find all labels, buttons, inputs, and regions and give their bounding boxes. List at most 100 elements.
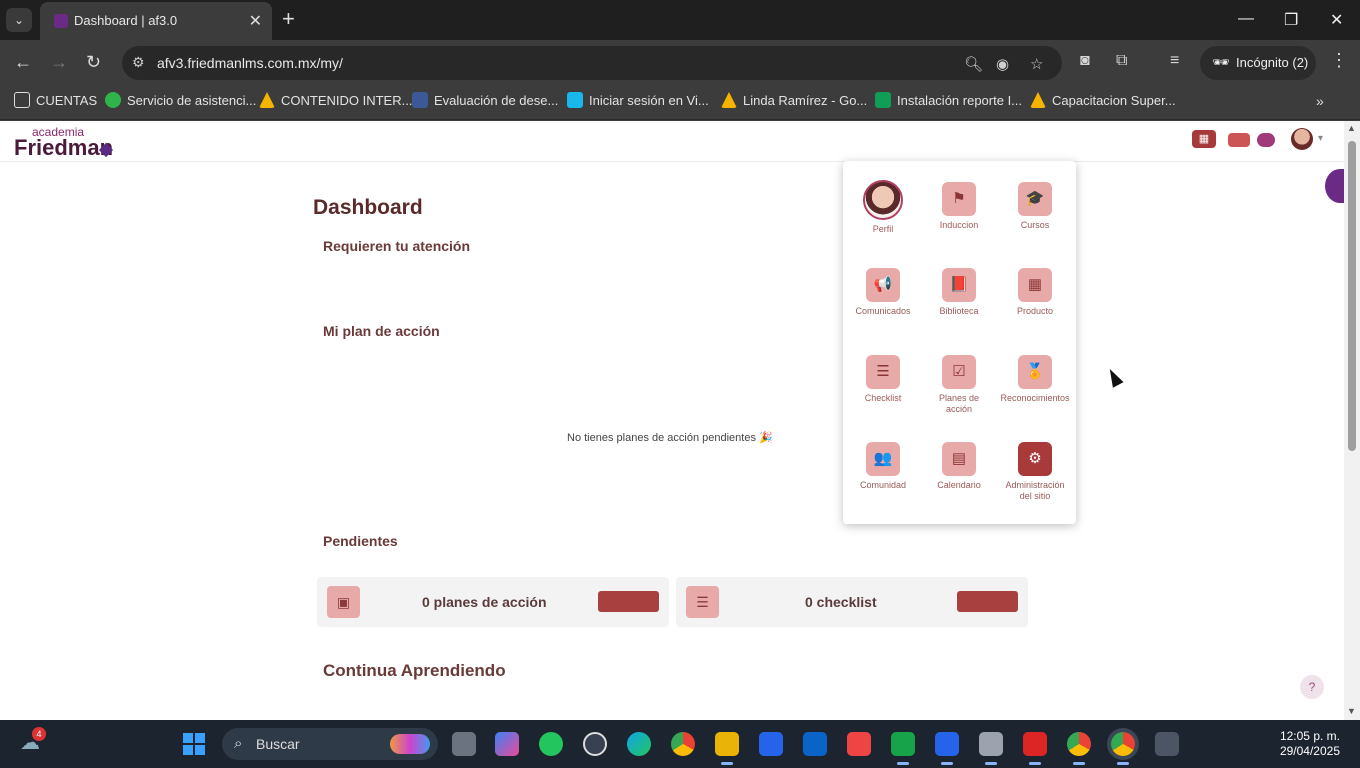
app-comunicados[interactable]: 📢 Comunicados bbox=[845, 268, 921, 317]
app-biblioteca[interactable]: 📕 Biblioteca bbox=[921, 268, 997, 317]
word-icon[interactable] bbox=[935, 732, 959, 765]
drive-icon bbox=[1030, 92, 1046, 108]
app-label: Comunidad bbox=[859, 480, 907, 490]
chrome-incognito-icon[interactable] bbox=[1111, 732, 1135, 765]
snipping-tool-icon[interactable] bbox=[979, 732, 1003, 765]
app-induccion[interactable]: ⚑ Induccion bbox=[921, 182, 997, 231]
more-bookmarks-icon[interactable]: » bbox=[1316, 93, 1324, 109]
chrome-profile-icon[interactable] bbox=[1067, 732, 1091, 765]
close-window-button[interactable]: ✕ bbox=[1330, 10, 1343, 30]
tab-close-button[interactable]: ✕ bbox=[249, 11, 262, 31]
file-explorer-icon[interactable] bbox=[715, 732, 739, 765]
acrobat-icon[interactable] bbox=[1023, 732, 1047, 765]
scroll-down-icon[interactable]: ▼ bbox=[1347, 706, 1356, 716]
app-cursos[interactable]: 🎓 Cursos bbox=[997, 182, 1073, 231]
app-label: Calendario bbox=[937, 480, 981, 490]
task-view-icon[interactable] bbox=[452, 732, 476, 756]
star-icon[interactable]: ☆ bbox=[1030, 55, 1043, 73]
bookmark-contenido[interactable]: CONTENIDO INTER... bbox=[259, 92, 412, 114]
pending-card-plans: ▣ 0 planes de acción bbox=[317, 577, 669, 627]
app-producto[interactable]: ▦ Producto bbox=[997, 268, 1073, 317]
notification-badge: 4 bbox=[32, 727, 46, 741]
anydesk-icon[interactable] bbox=[847, 732, 871, 756]
minimize-button[interactable]: — bbox=[1238, 10, 1254, 28]
chrome-icon[interactable] bbox=[671, 732, 695, 756]
app-reconocimientos[interactable]: 🏅 Reconocimientos bbox=[997, 355, 1073, 404]
restore-button[interactable]: ❐ bbox=[1284, 10, 1298, 30]
back-arrow-icon[interactable]: ← bbox=[14, 52, 32, 73]
address-bar[interactable]: ⚙ afv3.friedmanlms.com.mx/my/ 🔍︎ ◉ ☆ bbox=[122, 46, 1062, 80]
zoom-icon[interactable]: 🔍︎ bbox=[964, 55, 983, 73]
url-text[interactable]: afv3.friedmanlms.com.mx/my/ bbox=[157, 55, 343, 71]
bookmark-servicio[interactable]: Servicio de asistenci... bbox=[105, 92, 256, 114]
drawer-toggle-button[interactable] bbox=[1325, 169, 1344, 203]
gear-icon: ⚙ bbox=[1018, 442, 1052, 476]
apps-menu-popover: Perfil ⚑ Induccion 🎓 Cursos 📢 Comunicado… bbox=[843, 161, 1076, 524]
new-tab-button[interactable]: + bbox=[282, 8, 295, 30]
user-avatar[interactable] bbox=[1291, 128, 1313, 150]
bookmark-evaluacion[interactable]: Evaluación de dese... bbox=[412, 92, 558, 114]
list-icon: ☰ bbox=[686, 586, 719, 618]
incognito-indicator[interactable]: 🕶︎ Incógnito (2) bbox=[1200, 46, 1316, 80]
store-icon[interactable] bbox=[759, 732, 783, 756]
media-control-icon[interactable]: ≡ bbox=[1170, 52, 1179, 70]
pending-heading: Pendientes bbox=[323, 533, 398, 549]
outlook-icon[interactable] bbox=[803, 732, 827, 756]
taskbar-search[interactable]: ⌕ Buscar bbox=[222, 728, 438, 760]
calendar-icon: ▤ bbox=[942, 442, 976, 476]
app-calendario[interactable]: ▤ Calendario bbox=[921, 442, 997, 491]
windows-taskbar: ☁ 4 ⌕ Buscar 12:05 p. m. 29/04/2025 bbox=[0, 720, 1360, 768]
profile-avatar bbox=[863, 180, 903, 220]
page-scrollbar[interactable]: ▲ ▼ bbox=[1344, 121, 1360, 720]
tab-search-button[interactable]: ⌄ bbox=[6, 8, 32, 32]
vimeo-icon bbox=[567, 92, 583, 108]
edge-icon[interactable] bbox=[627, 732, 651, 756]
view-plans-button[interactable] bbox=[598, 591, 659, 612]
app-perfil[interactable]: Perfil bbox=[845, 180, 921, 235]
browser-toolbar: ← → ↻ ⚙ afv3.friedmanlms.com.mx/my/ 🔍︎ ◉… bbox=[0, 40, 1360, 86]
scroll-up-icon[interactable]: ▲ bbox=[1347, 123, 1356, 133]
chevron-down-icon[interactable]: ▾ bbox=[1318, 133, 1323, 144]
help-button[interactable]: ? bbox=[1300, 675, 1324, 699]
app-label: Comunicados bbox=[855, 306, 911, 316]
eye-off-icon[interactable]: ◉ bbox=[996, 55, 1009, 73]
messages-icon[interactable] bbox=[1257, 133, 1275, 147]
obs-icon[interactable] bbox=[583, 732, 607, 756]
calculator-icon[interactable] bbox=[1155, 732, 1179, 756]
excel-icon[interactable] bbox=[891, 732, 915, 765]
view-checklist-button[interactable] bbox=[957, 591, 1018, 612]
app-label: Administración del sitio bbox=[1005, 480, 1065, 501]
incognito-icon: 🕶︎ bbox=[1212, 54, 1230, 70]
windows-start-icon[interactable] bbox=[183, 733, 205, 755]
shield-app-icon[interactable] bbox=[539, 732, 563, 756]
bookmark-instalacion[interactable]: Instalación reporte I... bbox=[875, 92, 1022, 114]
forward-arrow-icon[interactable]: → bbox=[50, 52, 68, 73]
site-info-icon[interactable]: ⚙ bbox=[132, 54, 145, 71]
reload-icon[interactable]: ↻ bbox=[86, 52, 101, 73]
notifications-icon[interactable] bbox=[1228, 133, 1250, 147]
logo-friedman-text: Friedman bbox=[14, 135, 114, 160]
app-planes-de-accion[interactable]: ☑ Planes de acción bbox=[921, 355, 997, 415]
app-label: Biblioteca bbox=[939, 306, 979, 316]
bookmark-cuentas[interactable]: CUENTAS bbox=[14, 92, 97, 114]
apps-grid-button[interactable]: ▦ bbox=[1192, 130, 1216, 148]
extensions-icon[interactable]: ⧉ bbox=[1116, 52, 1127, 70]
app-administracion[interactable]: ⚙ Administración del sitio bbox=[997, 442, 1073, 502]
bookmark-capacitacion[interactable]: Capacitacion Super... bbox=[1030, 92, 1176, 114]
search-label: Buscar bbox=[256, 736, 300, 752]
page-title: Dashboard bbox=[313, 196, 423, 219]
bookmark-vimeo[interactable]: Iniciar sesión en Vi... bbox=[567, 92, 709, 114]
drive-icon bbox=[721, 92, 737, 108]
system-clock[interactable]: 12:05 p. m. 29/04/2025 bbox=[1270, 729, 1340, 759]
bookmark-linda[interactable]: Linda Ramírez - Go... bbox=[721, 92, 867, 114]
copilot-icon[interactable] bbox=[495, 732, 519, 756]
app-comunidad[interactable]: 👥 Comunidad bbox=[845, 442, 921, 491]
book-icon: 📕 bbox=[942, 268, 976, 302]
browser-menu-icon[interactable]: ⋮ bbox=[1330, 50, 1348, 71]
scrollbar-thumb[interactable] bbox=[1348, 141, 1356, 451]
tab-favicon bbox=[54, 14, 68, 28]
camera-icon[interactable]: ◙ bbox=[1080, 52, 1090, 70]
app-checklist[interactable]: ☰ Checklist bbox=[845, 355, 921, 404]
active-tab[interactable]: Dashboard | af3.0 ✕ bbox=[40, 2, 272, 40]
plan-heading: Mi plan de acción bbox=[323, 323, 440, 339]
